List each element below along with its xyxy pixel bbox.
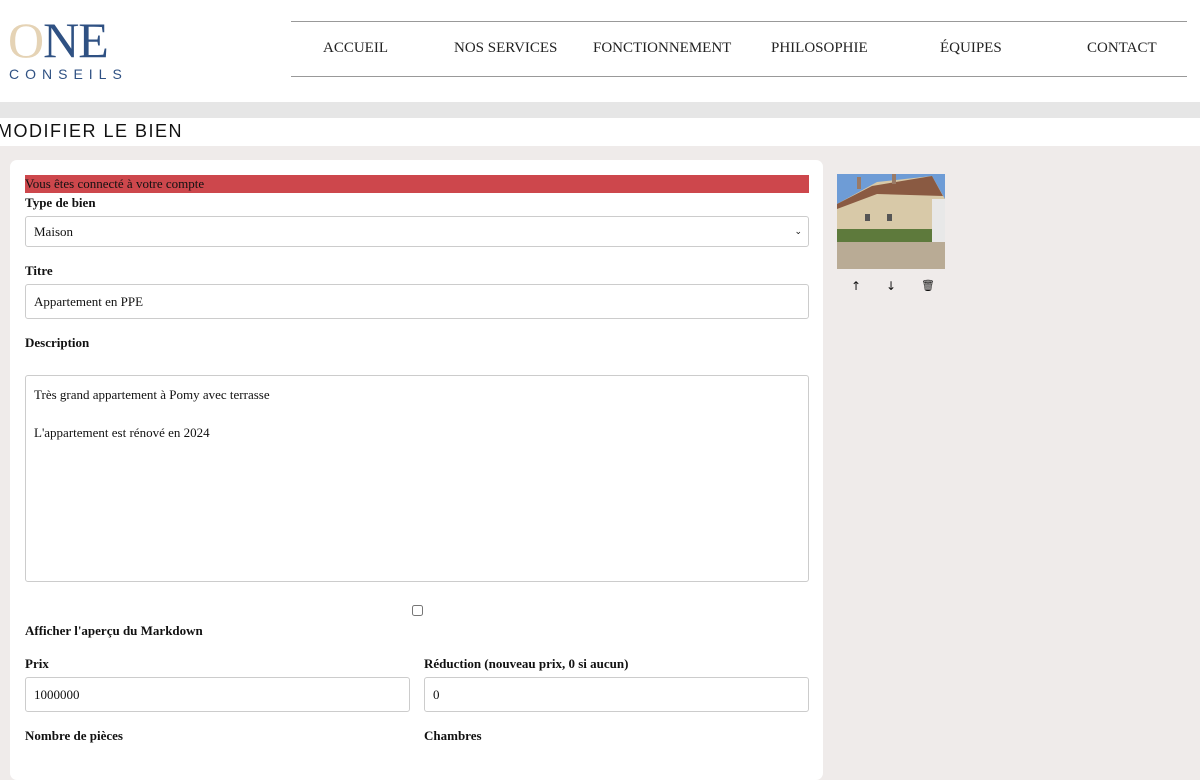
nav-fonctionnement[interactable]: FONCTIONNEMENT bbox=[593, 40, 731, 57]
title-input[interactable]: Appartement en PPE bbox=[25, 284, 809, 319]
logo[interactable]: ONE bbox=[8, 14, 109, 66]
type-label: Type de bien bbox=[25, 195, 96, 210]
main-nav: ACCUEIL NOS SERVICES FONCTIONNEMENT PHIL… bbox=[291, 21, 1187, 77]
description-textarea[interactable]: Très grand appartement à Pomy avec terra… bbox=[25, 375, 809, 582]
price-input[interactable]: 1000000 bbox=[25, 677, 410, 712]
rooms-label: Nombre de pièces bbox=[25, 728, 123, 743]
markdown-label: Afficher l'aperçu du Markdown bbox=[25, 623, 203, 638]
price-label: Prix bbox=[25, 656, 49, 671]
type-value: Maison bbox=[34, 223, 73, 239]
nav-equipes[interactable]: ÉQUIPES bbox=[940, 40, 1002, 57]
nav-contact[interactable]: CONTACT bbox=[1087, 40, 1157, 57]
property-photo bbox=[837, 174, 945, 269]
title-label: Titre bbox=[25, 263, 53, 278]
reduction-value: 0 bbox=[433, 686, 440, 702]
header: ONE CONSEILS ACCUEIL NOS SERVICES FONCTI… bbox=[0, 0, 1200, 102]
status-alert: Vous êtes connecté à votre compte bbox=[25, 175, 809, 193]
description-line: L'appartement est rénové en 2024 bbox=[34, 425, 210, 440]
nav-accueil[interactable]: ACCUEIL bbox=[323, 40, 388, 57]
chevron-down-icon: ⌄ bbox=[794, 226, 802, 237]
reduction-input[interactable]: 0 bbox=[424, 677, 809, 712]
markdown-preview-checkbox[interactable] bbox=[412, 605, 423, 616]
bedrooms-label: Chambres bbox=[424, 728, 482, 743]
page-title: MODIFIER LE BIEN bbox=[0, 121, 184, 141]
price-value: 1000000 bbox=[34, 686, 80, 702]
nav-nos-services[interactable]: NOS SERVICES bbox=[454, 40, 557, 57]
description-label: Description bbox=[25, 335, 90, 350]
reduction-label: Réduction (nouveau prix, 0 si aucun) bbox=[424, 656, 629, 671]
move-up-icon[interactable]: ↑ bbox=[851, 279, 861, 293]
divider-band bbox=[0, 102, 1200, 118]
nav-philosophie[interactable]: PHILOSOPHIE bbox=[771, 40, 868, 57]
title-value: Appartement en PPE bbox=[34, 293, 144, 309]
type-select[interactable]: Maison ⌄ bbox=[25, 216, 809, 247]
description-line: Très grand appartement à Pomy avec terra… bbox=[34, 387, 270, 402]
trash-icon[interactable]: 🗑 bbox=[921, 279, 935, 292]
move-down-icon[interactable]: ↓ bbox=[886, 279, 896, 293]
logo-subtitle: CONSEILS bbox=[9, 66, 128, 82]
